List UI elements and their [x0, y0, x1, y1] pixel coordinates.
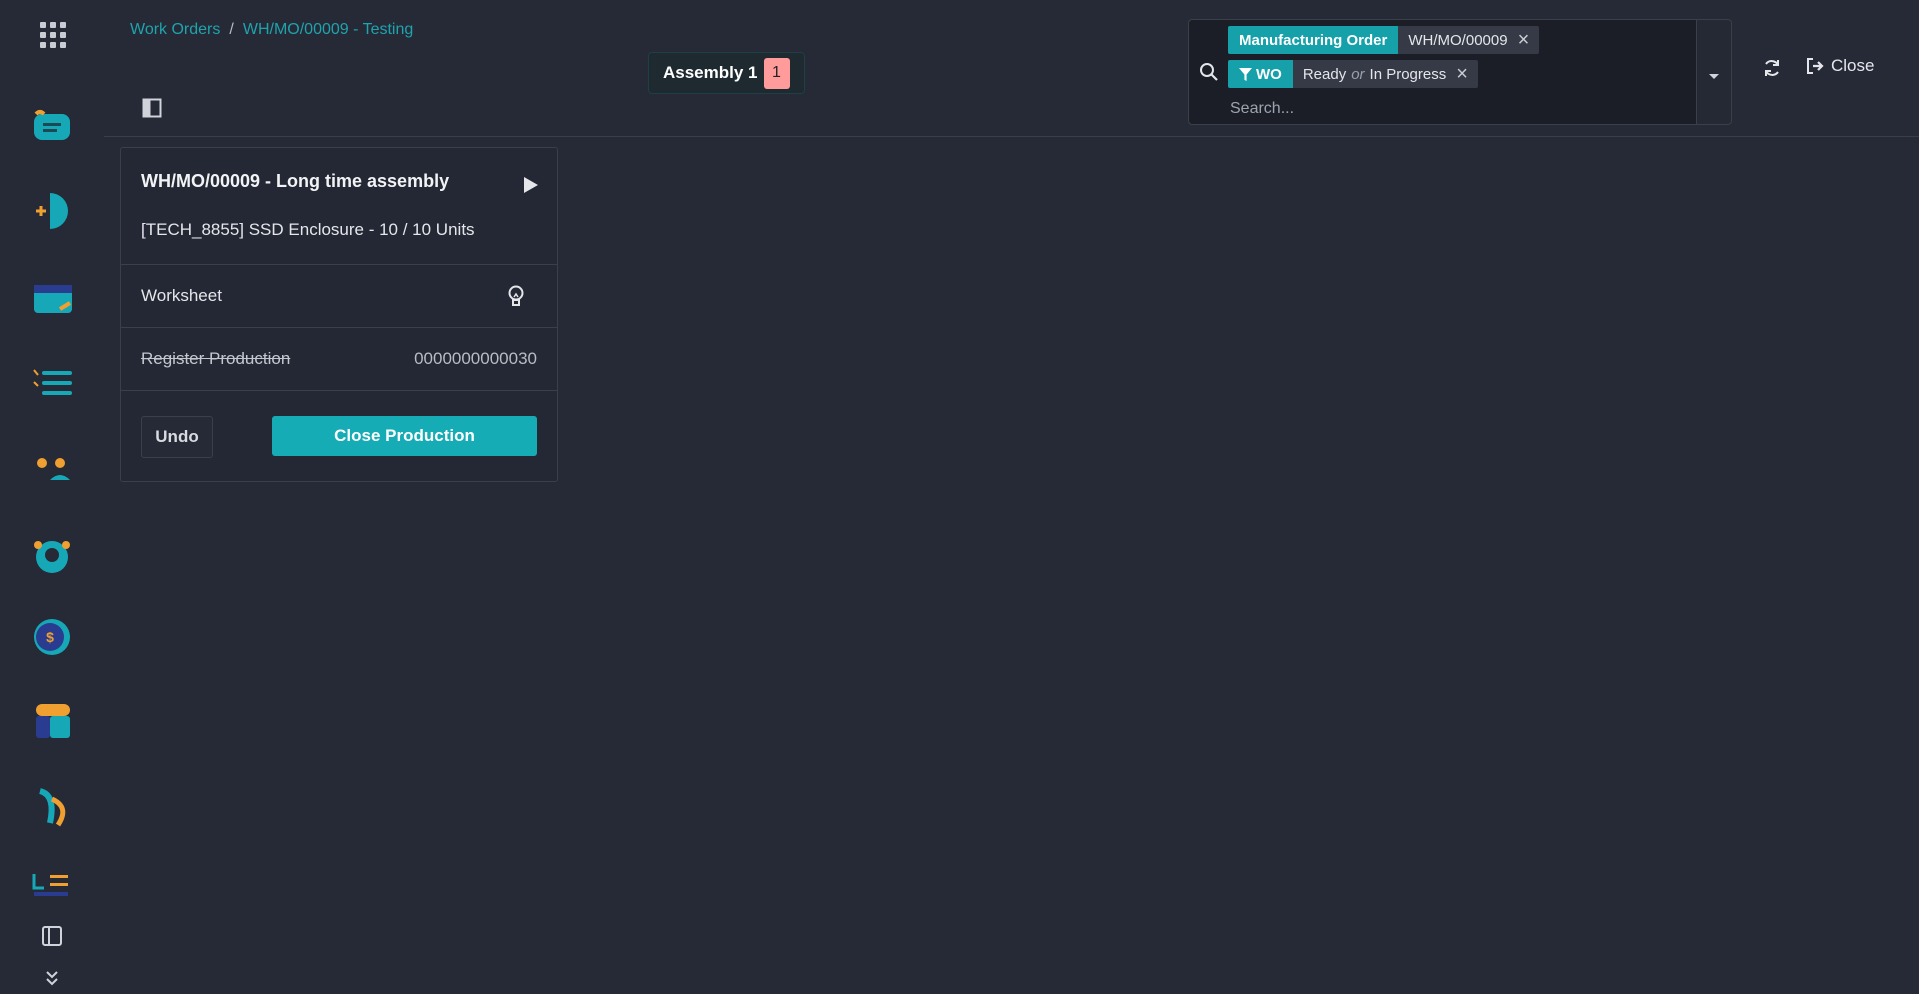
step-worksheet[interactable]: Worksheet	[121, 265, 557, 328]
header-divider	[104, 136, 1919, 137]
tab-count-badge: 1	[763, 57, 790, 89]
step-value: 0000000000030	[414, 349, 537, 368]
inventory-app-icon[interactable]	[30, 700, 74, 744]
documents-app-icon[interactable]	[30, 277, 74, 321]
filter-icon	[1239, 67, 1252, 81]
workorder-card: WH/MO/00009 - Long time assembly [TECH_8…	[120, 147, 558, 482]
facet-manufacturing-order: Manufacturing Order WH/MO/00009 ×	[1228, 26, 1540, 54]
undo-button[interactable]: Undo	[141, 416, 213, 458]
facet-label-text: WO	[1256, 65, 1282, 83]
tab-label: Assembly 1	[663, 63, 758, 82]
svg-text:$: $	[46, 629, 54, 645]
search-input[interactable]	[1228, 96, 1672, 122]
close-button-label: Close	[1831, 56, 1875, 75]
search-icon[interactable]	[1199, 62, 1219, 82]
lightbulb-icon[interactable]	[507, 285, 525, 307]
panel-toggle-icon[interactable]	[142, 98, 162, 118]
workorder-title: WH/MO/00009 - Long time assembly	[141, 171, 450, 191]
expand-down-icon[interactable]	[40, 970, 64, 994]
contacts-app-icon[interactable]	[30, 533, 74, 577]
breadcrumb: Work Orders / WH/MO/00009 - Testing	[130, 21, 413, 39]
facet-value-ready: Ready	[1302, 65, 1347, 83]
accounting-app-icon[interactable]: $	[30, 615, 74, 659]
remove-facet-icon[interactable]: ×	[1518, 29, 1540, 52]
facet-label-filter: WO	[1228, 60, 1293, 88]
facet-value: WH/MO/00009	[1408, 31, 1508, 49]
facet-wo-status: WO Ready or In Progress ×	[1228, 60, 1478, 88]
employees-app-icon[interactable]	[30, 448, 74, 492]
step-label: Worksheet	[141, 286, 222, 305]
workorder-product: [TECH_8855] SSD Enclosure - 10 / 10 Unit…	[141, 220, 475, 239]
app-sidebar: $	[0, 0, 104, 986]
planning-app-icon[interactable]	[30, 866, 74, 910]
tab-assembly-1[interactable]: Assembly 1 1	[648, 52, 805, 94]
discuss-app-icon[interactable]	[30, 104, 74, 148]
sidebar-toggle-icon[interactable]	[40, 924, 64, 948]
search-panel: Manufacturing Order WH/MO/00009 × WO Rea…	[1188, 19, 1732, 125]
facet-joiner: or	[1351, 65, 1365, 83]
search-dropdown-toggle-icon[interactable]	[1704, 66, 1724, 86]
workorder-card-header[interactable]: WH/MO/00009 - Long time assembly [TECH_8…	[121, 148, 557, 265]
sign-app-icon[interactable]	[30, 189, 74, 233]
breadcrumb-current[interactable]: WH/MO/00009 - Testing	[243, 21, 413, 38]
breadcrumb-work-orders[interactable]: Work Orders	[130, 21, 220, 38]
refresh-icon[interactable]	[1762, 58, 1782, 78]
play-icon[interactable]	[522, 175, 540, 195]
facet-value-in-progress: In Progress	[1369, 65, 1447, 83]
close-button[interactable]: Close	[1805, 56, 1874, 76]
sales-app-icon[interactable]	[30, 785, 74, 829]
app-menu-icon[interactable]	[40, 22, 66, 48]
remove-facet-icon[interactable]: ×	[1456, 63, 1478, 86]
step-label: Register Production	[141, 349, 291, 368]
search-field-area: Manufacturing Order WH/MO/00009 × WO Rea…	[1189, 20, 1697, 124]
facet-value: Ready or In Progress	[1293, 66, 1456, 83]
close-production-button[interactable]: Close Production	[272, 416, 537, 456]
project-app-icon[interactable]	[30, 362, 74, 406]
sign-out-icon	[1807, 58, 1824, 74]
facet-label: Manufacturing Order	[1228, 26, 1399, 54]
breadcrumb-separator: /	[229, 21, 234, 38]
step-register-production[interactable]: Register Production 0000000000030	[121, 328, 557, 391]
